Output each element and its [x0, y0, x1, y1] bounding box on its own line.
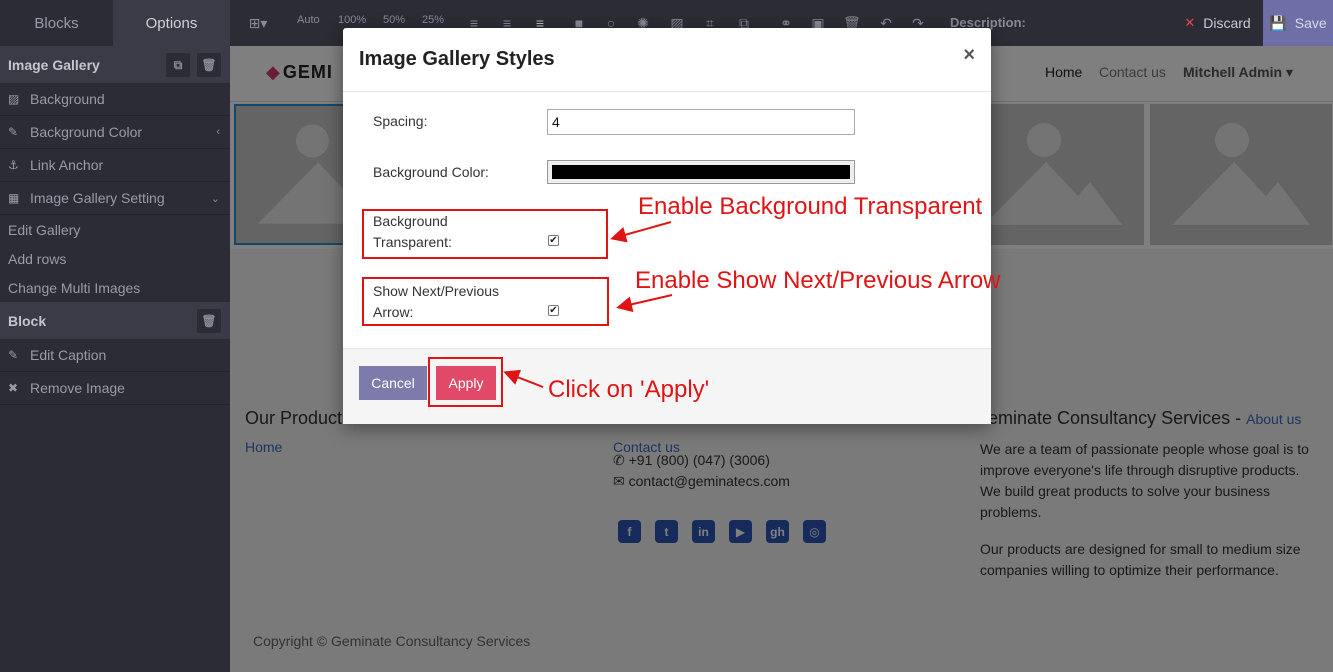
highlight-transparent-box [362, 209, 608, 259]
chevron-down-icon: ⌄ [210, 192, 220, 205]
section-title: Image Gallery [8, 56, 100, 73]
width-50-option[interactable]: 50% [383, 14, 405, 26]
sidebar-item-remove-image[interactable]: ✖ Remove Image [0, 372, 230, 405]
duplicate-icon[interactable]: ⧉ [166, 53, 190, 77]
highlight-arrow-box [362, 277, 609, 326]
sidebar-item-label: Edit Caption [30, 347, 107, 363]
block-section-header: Block 🗑 [0, 302, 230, 339]
spacing-input[interactable] [547, 109, 855, 135]
sidebar-item-label: Background [30, 91, 105, 107]
color-swatch [552, 165, 850, 179]
annotation-apply: Click on 'Apply' [548, 376, 710, 403]
discard-label: Discard [1203, 15, 1251, 31]
remove-icon: ✖ [8, 381, 19, 395]
anchor-icon: ⚓ [8, 158, 19, 172]
background-color-label: Background Color: [373, 164, 489, 180]
layout-dropdown-icon[interactable]: ⊞▾ [244, 13, 272, 33]
discard-button[interactable]: ✕ Discard [1172, 0, 1263, 46]
sidebar-subitem-add-rows[interactable]: Add rows [0, 244, 230, 273]
sidebar-subitem-change-multi-images[interactable]: Change Multi Images [0, 273, 230, 302]
sidebar-item-label: Image Gallery Setting [30, 190, 165, 206]
sidebar-item-label: Change Multi Images [8, 279, 141, 296]
sidebar-item-label: Edit Gallery [8, 221, 81, 238]
floppy-icon: 💾 [1269, 14, 1287, 31]
tab-options[interactable]: Options [113, 0, 230, 46]
sidebar-item-label: Remove Image [30, 380, 125, 396]
eyedropper-icon: ✎ [8, 125, 19, 139]
sidebar-item-label: Add rows [8, 250, 67, 267]
background-color-picker[interactable] [547, 160, 855, 184]
sidebar-item-image-gallery-setting[interactable]: ▦ Image Gallery Setting ⌄ [0, 182, 230, 215]
options-sidebar: Image Gallery ⧉ 🗑 ▨ Background ✎ Backgro… [0, 46, 230, 672]
save-label: Save [1294, 15, 1327, 31]
sidebar-subitem-edit-gallery[interactable]: Edit Gallery [0, 215, 230, 244]
image-gallery-section-header: Image Gallery ⧉ 🗑 [0, 46, 230, 83]
annotation-arrow: Enable Show Next/Previous Arrow [635, 267, 1001, 294]
save-button[interactable]: 💾 Save [1263, 0, 1333, 46]
sidebar-item-label: Background Color [30, 124, 143, 140]
sidebar-item-label: Link Anchor [30, 157, 104, 173]
trash-icon[interactable]: 🗑 [197, 309, 221, 333]
spacing-label: Spacing: [373, 113, 428, 129]
width-25-option[interactable]: 25% [422, 14, 444, 26]
close-icon: ✕ [1184, 15, 1196, 30]
dialog-title: Image Gallery Styles [359, 48, 555, 70]
edit-icon: ✎ [8, 348, 19, 362]
sidebar-item-edit-caption[interactable]: ✎ Edit Caption [0, 339, 230, 372]
sidebar-item-background-color[interactable]: ✎ Background Color ‹ [0, 116, 230, 149]
grid-icon: ▦ [8, 191, 20, 205]
tab-blocks[interactable]: Blocks [0, 0, 113, 46]
close-icon[interactable]: × [963, 44, 975, 67]
section-title: Block [8, 312, 47, 329]
sidebar-item-link-anchor[interactable]: ⚓ Link Anchor [0, 149, 230, 182]
width-100-option[interactable]: 100% [338, 14, 366, 26]
trash-icon[interactable]: 🗑 [197, 53, 221, 77]
image-icon: ▨ [8, 92, 20, 106]
width-auto-option[interactable]: Auto [297, 14, 320, 26]
chevron-left-icon: ‹ [216, 126, 220, 138]
highlight-apply-box [428, 357, 503, 407]
sidebar-item-background[interactable]: ▨ Background [0, 83, 230, 116]
dialog-header: Image Gallery Styles × [343, 28, 991, 92]
annotation-transparent: Enable Background Transparent [638, 193, 983, 220]
cancel-button[interactable]: Cancel [359, 366, 427, 400]
